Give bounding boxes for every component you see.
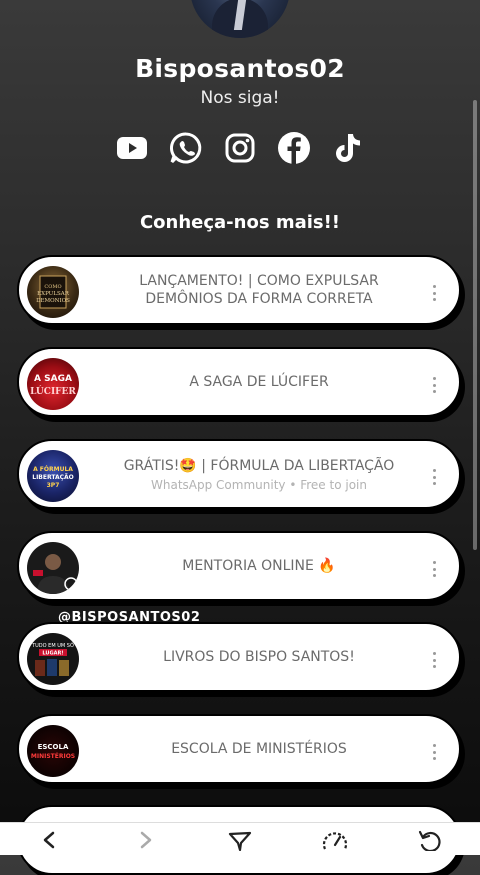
svg-text:MINISTÉRIOS: MINISTÉRIOS (31, 752, 75, 760)
more-options-icon[interactable] (433, 744, 437, 760)
link-thumbnail: TUDO EM UM SÓ LUGAR! (27, 633, 79, 685)
social-links (0, 130, 480, 166)
formula-cover-image: A FÓRMULA LIBERTAÇÃO 3P7 (32, 466, 74, 489)
link-title: LIVROS DO BISPO SANTOS! (163, 649, 355, 665)
youtube-icon[interactable] (114, 130, 150, 166)
more-options-icon[interactable] (433, 561, 437, 577)
scrollbar[interactable] (473, 100, 477, 550)
more-options-icon[interactable] (433, 469, 437, 485)
tiktok-icon[interactable] (330, 130, 366, 166)
books-cover-image: TUDO EM UM SÓ LUGAR! (31, 642, 74, 676)
link-card-formula-libertacao[interactable]: A FÓRMULA LIBERTAÇÃO 3P7 GRÁTIS!🤩 | FÓRM… (17, 439, 461, 509)
more-options-icon[interactable] (433, 285, 437, 301)
link-title: LANÇAMENTO! | COMO EXPULSAR DEMÔNIOS DA … (139, 273, 379, 307)
filter-icon[interactable] (225, 829, 255, 855)
link-title: A SAGA DE LÚCIFER (189, 374, 329, 390)
svg-text:DEMONIOS: DEMONIOS (36, 298, 70, 304)
svg-text:ESCOLA: ESCOLA (38, 743, 69, 751)
saga-cover-image: A SAGA LÚCIFER (30, 374, 76, 397)
more-options-icon[interactable] (433, 377, 437, 393)
svg-text:A SAGA: A SAGA (34, 374, 72, 384)
link-card-saga-de-lucifer[interactable]: A SAGA LÚCIFER A SAGA DE LÚCIFER (17, 347, 461, 417)
browser-bottom-bar (0, 822, 480, 855)
link-card-livros[interactable]: TUDO EM UM SÓ LUGAR! LIVROS DO BISPO SAN… (17, 622, 461, 692)
link-title: GRÁTIS!🤩 | FÓRMULA DA LIBERTAÇÃO (123, 457, 395, 474)
profile-avatar (190, 0, 290, 38)
svg-text:LUGAR!: LUGAR! (42, 651, 63, 657)
link-card-mentoria-online[interactable]: MENTORIA ONLINE 🔥 (17, 531, 461, 601)
link-card-escola-ministerios[interactable]: ESCOLA MINISTÉRIOS ESCOLA DE MINISTÉRIOS (17, 714, 461, 784)
link-thumbnail: A FÓRMULA LIBERTAÇÃO 3P7 (27, 450, 79, 502)
link-thumbnail: ESCOLA MINISTÉRIOS (27, 725, 79, 777)
section-title: Conheça-nos mais!! (139, 212, 341, 233)
reload-icon[interactable] (415, 829, 445, 855)
more-options-icon[interactable] (433, 652, 437, 668)
svg-text:TUDO EM UM SÓ: TUDO EM UM SÓ (31, 642, 74, 649)
mentor-photo (33, 554, 78, 594)
speed-icon[interactable] (320, 829, 350, 855)
svg-text:EXPULSAR: EXPULSAR (37, 291, 70, 297)
whatsapp-icon[interactable] (168, 130, 204, 166)
forward-icon[interactable] (131, 829, 161, 855)
link-card-como-expulsar-demonios[interactable]: COMO EXPULSAR DEMONIOS LANÇAMENTO! | COM… (17, 255, 461, 325)
svg-text:COMO: COMO (44, 284, 61, 290)
svg-text:LIBERTAÇÃO: LIBERTAÇÃO (32, 474, 74, 481)
profile-name: Bisposantos02 (135, 54, 345, 83)
link-title: ESCOLA DE MINISTÉRIOS (171, 741, 347, 757)
link-subtitle: WhatsApp Community • Free to join (151, 477, 367, 492)
link-title: MENTORIA ONLINE 🔥 (182, 558, 336, 574)
escola-cover-image: ESCOLA MINISTÉRIOS (31, 743, 75, 760)
svg-text:A FÓRMULA: A FÓRMULA (33, 466, 73, 473)
book-cover-image: COMO EXPULSAR DEMONIOS (36, 275, 70, 309)
link-thumbnail: COMO EXPULSAR DEMONIOS (27, 266, 79, 318)
svg-text:3P7: 3P7 (47, 482, 60, 489)
profile-subtitle: Nos siga! (200, 88, 280, 108)
link-thumbnail (27, 542, 79, 594)
svg-text:LÚCIFER: LÚCIFER (30, 385, 76, 397)
instagram-icon[interactable] (222, 130, 258, 166)
link-thumbnail: A SAGA LÚCIFER (27, 358, 79, 410)
back-icon[interactable] (34, 829, 64, 855)
facebook-icon[interactable] (276, 130, 312, 166)
